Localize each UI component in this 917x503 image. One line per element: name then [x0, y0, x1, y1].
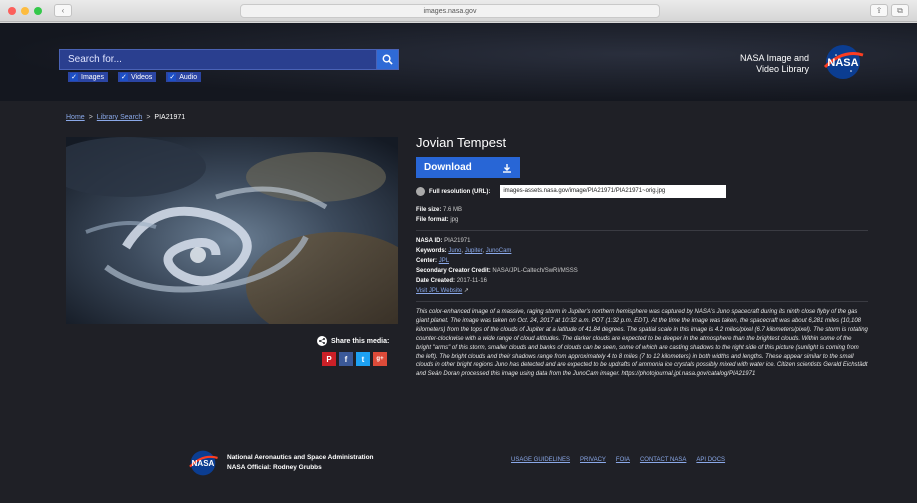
footer-link-contact-nasa[interactable]: CONTACT NASA [640, 457, 686, 463]
share-toolbar-icon[interactable]: ⇪ [870, 4, 888, 17]
keyword-link-juno[interactable]: Juno [448, 248, 461, 254]
twitter-icon[interactable]: t [356, 352, 370, 366]
file-size: 7.6 MB [443, 207, 463, 213]
footer-org: National Aeronautics and Space Administr… [227, 454, 374, 471]
download-button[interactable]: Download [416, 157, 520, 178]
media-filters: ✓ Images ✓ Videos ✓ Audio [68, 72, 202, 82]
full-resolution-url-field[interactable]: images-assets.nasa.gov/image/PIA21971/PI… [500, 185, 727, 198]
facebook-icon[interactable]: f [339, 352, 353, 366]
search-input[interactable] [60, 50, 376, 69]
checkbox-icon: ✓ [70, 73, 78, 81]
divider [416, 230, 868, 231]
search-bar [59, 49, 399, 70]
media-description: This color-enhanced image of a massive, … [416, 309, 868, 378]
zoom-window-button[interactable] [34, 6, 42, 15]
svg-text:NASA: NASA [827, 57, 858, 69]
nasa-logo-icon[interactable]: NASA [821, 43, 865, 81]
creator-credit: NASA/JPL-Caltech/SwRI/MSSS [492, 268, 578, 274]
divider [416, 301, 868, 302]
pinterest-icon[interactable]: P [322, 352, 336, 366]
breadcrumb-current: PIA21971 [154, 114, 186, 121]
footer-link-privacy[interactable]: PRIVACY [580, 457, 606, 463]
footer-link-api-docs[interactable]: API DOCS [696, 457, 725, 463]
minimize-window-button[interactable] [21, 6, 29, 15]
search-icon [382, 54, 393, 65]
search-button[interactable] [376, 50, 398, 69]
metadata-list: NASA ID: PIA21971 Keywords: Juno, Jupite… [416, 238, 578, 294]
file-info: File size: 7.6 MB File format: jpg [416, 207, 463, 223]
filter-images[interactable]: ✓ Images [68, 72, 108, 82]
url-text: images.nasa.gov [423, 7, 477, 15]
window-controls [8, 6, 42, 15]
share-panel: Share this media: P f t g+ [317, 336, 389, 366]
full-resolution-row: Full resolution (URL): images-assets.nas… [416, 185, 868, 198]
share-label: Share this media: [331, 337, 390, 345]
google-plus-icon[interactable]: g+ [373, 352, 387, 366]
site-brand[interactable]: NASA Image and Video Library [740, 53, 809, 75]
browser-toolbar: ‹ images.nasa.gov ⇪ ⧉ [0, 0, 917, 22]
page: ✓Images ✓Videos ✓Audio NASA Image and Vi… [0, 23, 917, 503]
filter-audio[interactable]: ✓ Audio [166, 72, 202, 82]
footer-link-foia[interactable]: FOIA [616, 457, 630, 463]
date-created: 2017-11-16 [456, 278, 487, 284]
site-header: ✓Images ✓Videos ✓Audio NASA Image and Vi… [0, 23, 917, 101]
breadcrumb-library-search[interactable]: Library Search [97, 114, 143, 121]
link-icon [416, 187, 425, 196]
checkbox-icon: ✓ [119, 73, 128, 81]
close-window-button[interactable] [8, 6, 16, 15]
site-footer: NASA National Aeronautics and Space Admi… [0, 439, 917, 503]
back-button[interactable]: ‹ [54, 4, 72, 17]
keyword-link-junocam[interactable]: JunoCam [486, 248, 512, 254]
file-format: jpg [450, 217, 459, 223]
keyword-link-jupiter[interactable]: Jupiter [465, 248, 483, 254]
download-icon [503, 163, 511, 173]
page-title: Jovian Tempest [416, 135, 507, 150]
breadcrumb: Home > Library Search > PIA21971 [66, 114, 186, 121]
footer-link-usage-guidelines[interactable]: USAGE GUIDELINES [511, 457, 570, 463]
nasa-id: PIA21971 [444, 238, 471, 244]
jupiter-storm-image[interactable] [66, 137, 398, 324]
breadcrumb-home[interactable]: Home [66, 114, 85, 121]
media-details: Jovian Tempest Download Full resolution … [416, 135, 868, 379]
nasa-official-name: Rodney Grubbs [273, 464, 322, 471]
address-bar[interactable]: images.nasa.gov [240, 4, 660, 18]
svg-text:NASA: NASA [192, 459, 215, 468]
checkbox-icon: ✓ [168, 73, 177, 81]
center-link[interactable]: JPL [439, 258, 449, 264]
footer-links: USAGE GUIDELINES PRIVACY FOIA CONTACT NA… [511, 457, 725, 463]
tabs-toolbar-icon[interactable]: ⧉ [891, 4, 909, 17]
external-link-icon: ↗ [463, 288, 469, 294]
share-icon [317, 336, 327, 346]
visit-website-link[interactable]: Visit JPL Website [416, 288, 462, 294]
filter-videos[interactable]: ✓ Videos [117, 72, 157, 82]
nasa-footer-logo-icon[interactable]: NASA [187, 449, 219, 477]
